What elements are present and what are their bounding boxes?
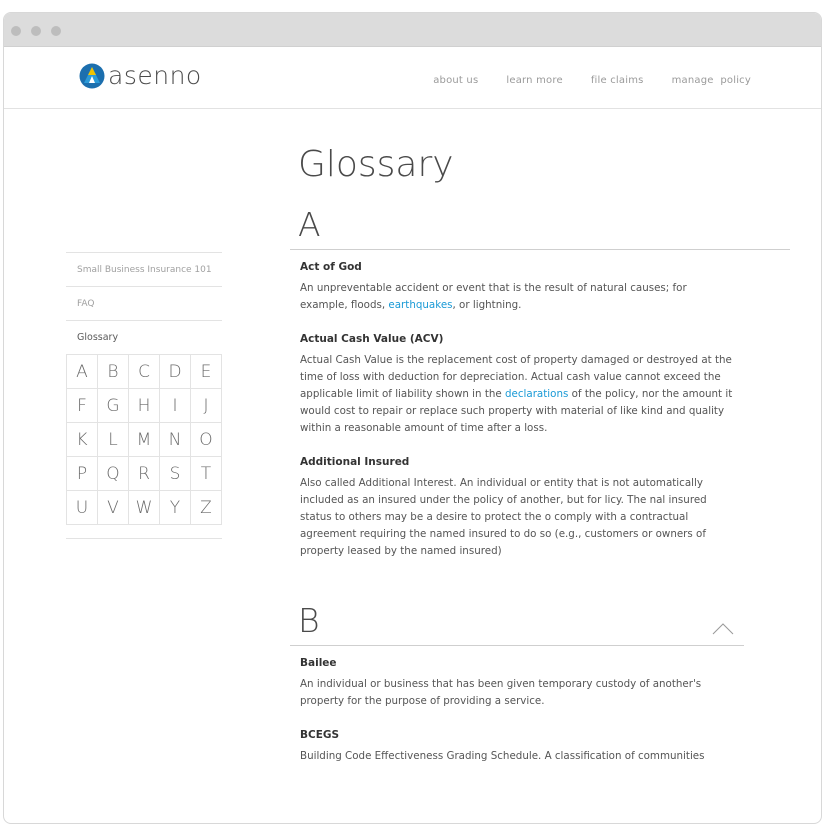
alphabet-letter-q[interactable]: Q bbox=[98, 457, 129, 491]
alphabet-letter-y[interactable]: Y bbox=[160, 491, 191, 525]
term-definition: Also called Additional Interest. An indi… bbox=[300, 477, 707, 557]
logo-mark-icon bbox=[79, 63, 105, 89]
nav-learn-more[interactable]: learn more bbox=[506, 75, 562, 86]
alphabet-letter-p[interactable]: P bbox=[67, 457, 98, 491]
term-title: Bailee bbox=[300, 657, 337, 669]
glossary-term: Bailee An individual or business that ha… bbox=[300, 656, 735, 710]
brand-logo[interactable]: asenno bbox=[79, 63, 202, 89]
main-nav: about us learn more file claims manage p… bbox=[433, 75, 751, 86]
alphabet-letter-w[interactable]: W bbox=[129, 491, 160, 525]
glossary-term: Actual Cash Value (ACV) Actual Cash Valu… bbox=[300, 332, 735, 437]
nav-manage-policy[interactable]: manage policy bbox=[672, 75, 751, 86]
sidebar-item-small-business-insurance[interactable]: Small Business Insurance 101 bbox=[66, 252, 222, 286]
section-header-b: B bbox=[290, 600, 744, 646]
alphabet-letter-k[interactable]: K bbox=[67, 423, 98, 457]
term-definition: Actual Cash Value is the replacement cos… bbox=[300, 352, 735, 437]
definition-text: , or lightning. bbox=[452, 299, 522, 311]
site-header: asenno about us learn more file claims m… bbox=[4, 47, 821, 109]
alphabet-letter-b[interactable]: B bbox=[98, 355, 129, 389]
term-definition: Building Code Effectiveness Grading Sche… bbox=[300, 750, 705, 762]
alphabet-letter-u[interactable]: U bbox=[67, 491, 98, 525]
glossary-term: Additional Insured Also called Additiona… bbox=[300, 455, 735, 560]
alphabet-letter-a[interactable]: A bbox=[67, 355, 98, 389]
term-definition: An individual or business that has been … bbox=[300, 678, 702, 707]
alphabet-letter-r[interactable]: R bbox=[129, 457, 160, 491]
sidebar-item-faq[interactable]: FAQ bbox=[66, 286, 222, 320]
earthquakes-link[interactable]: earthquakes bbox=[388, 299, 452, 311]
alphabet-index: ABCDE FGHIJ KLMNO PQRST UVWYZ bbox=[66, 354, 222, 525]
term-title: BCEGS bbox=[300, 729, 340, 741]
term-definition: An unpreventable accident or event that … bbox=[300, 280, 735, 314]
brand-name: asenno bbox=[108, 61, 202, 90]
alphabet-letter-o[interactable]: O bbox=[191, 423, 222, 457]
alphabet-letter-s[interactable]: S bbox=[160, 457, 191, 491]
window-maximize-dot[interactable] bbox=[51, 26, 61, 36]
nav-about-us[interactable]: about us bbox=[433, 75, 478, 86]
alphabet-letter-i[interactable]: I bbox=[160, 389, 191, 423]
term-title: Actual Cash Value (ACV) bbox=[300, 333, 444, 345]
alphabet-letter-e[interactable]: E bbox=[191, 355, 222, 389]
section-letter: A bbox=[298, 205, 321, 244]
alphabet-letter-m[interactable]: M bbox=[129, 423, 160, 457]
back-to-top-icon[interactable] bbox=[712, 623, 734, 635]
sidebar-item-glossary[interactable]: Glossary bbox=[66, 320, 222, 354]
sidebar-divider bbox=[66, 525, 222, 539]
glossary-term: Act of God An unpreventable accident or … bbox=[300, 260, 735, 314]
declarations-link[interactable]: declarations bbox=[505, 388, 568, 400]
section-letter: B bbox=[298, 601, 320, 640]
term-title: Additional Insured bbox=[300, 456, 410, 468]
glossary-content: Glossary A Act of God An unpreventable a… bbox=[290, 142, 790, 765]
window-minimize-dot[interactable] bbox=[31, 26, 41, 36]
page-title: Glossary bbox=[298, 144, 454, 185]
alphabet-letter-d[interactable]: D bbox=[160, 355, 191, 389]
term-title: Act of God bbox=[300, 261, 362, 273]
alphabet-letter-j[interactable]: J bbox=[191, 389, 222, 423]
window-close-dot[interactable] bbox=[11, 26, 21, 36]
sidebar: Small Business Insurance 101 FAQ Glossar… bbox=[66, 252, 222, 539]
section-header-a: A bbox=[290, 204, 790, 250]
nav-file-claims[interactable]: file claims bbox=[591, 75, 644, 86]
alphabet-letter-h[interactable]: H bbox=[129, 389, 160, 423]
glossary-term: BCEGS Building Code Effectiveness Gradin… bbox=[300, 728, 735, 765]
alphabet-letter-n[interactable]: N bbox=[160, 423, 191, 457]
alphabet-letter-g[interactable]: G bbox=[98, 389, 129, 423]
alphabet-letter-f[interactable]: F bbox=[67, 389, 98, 423]
alphabet-letter-t[interactable]: T bbox=[191, 457, 222, 491]
alphabet-letter-v[interactable]: V bbox=[98, 491, 129, 525]
alphabet-letter-z[interactable]: Z bbox=[191, 491, 222, 525]
window-titlebar bbox=[4, 13, 821, 47]
alphabet-letter-l[interactable]: L bbox=[98, 423, 129, 457]
alphabet-letter-c[interactable]: C bbox=[129, 355, 160, 389]
